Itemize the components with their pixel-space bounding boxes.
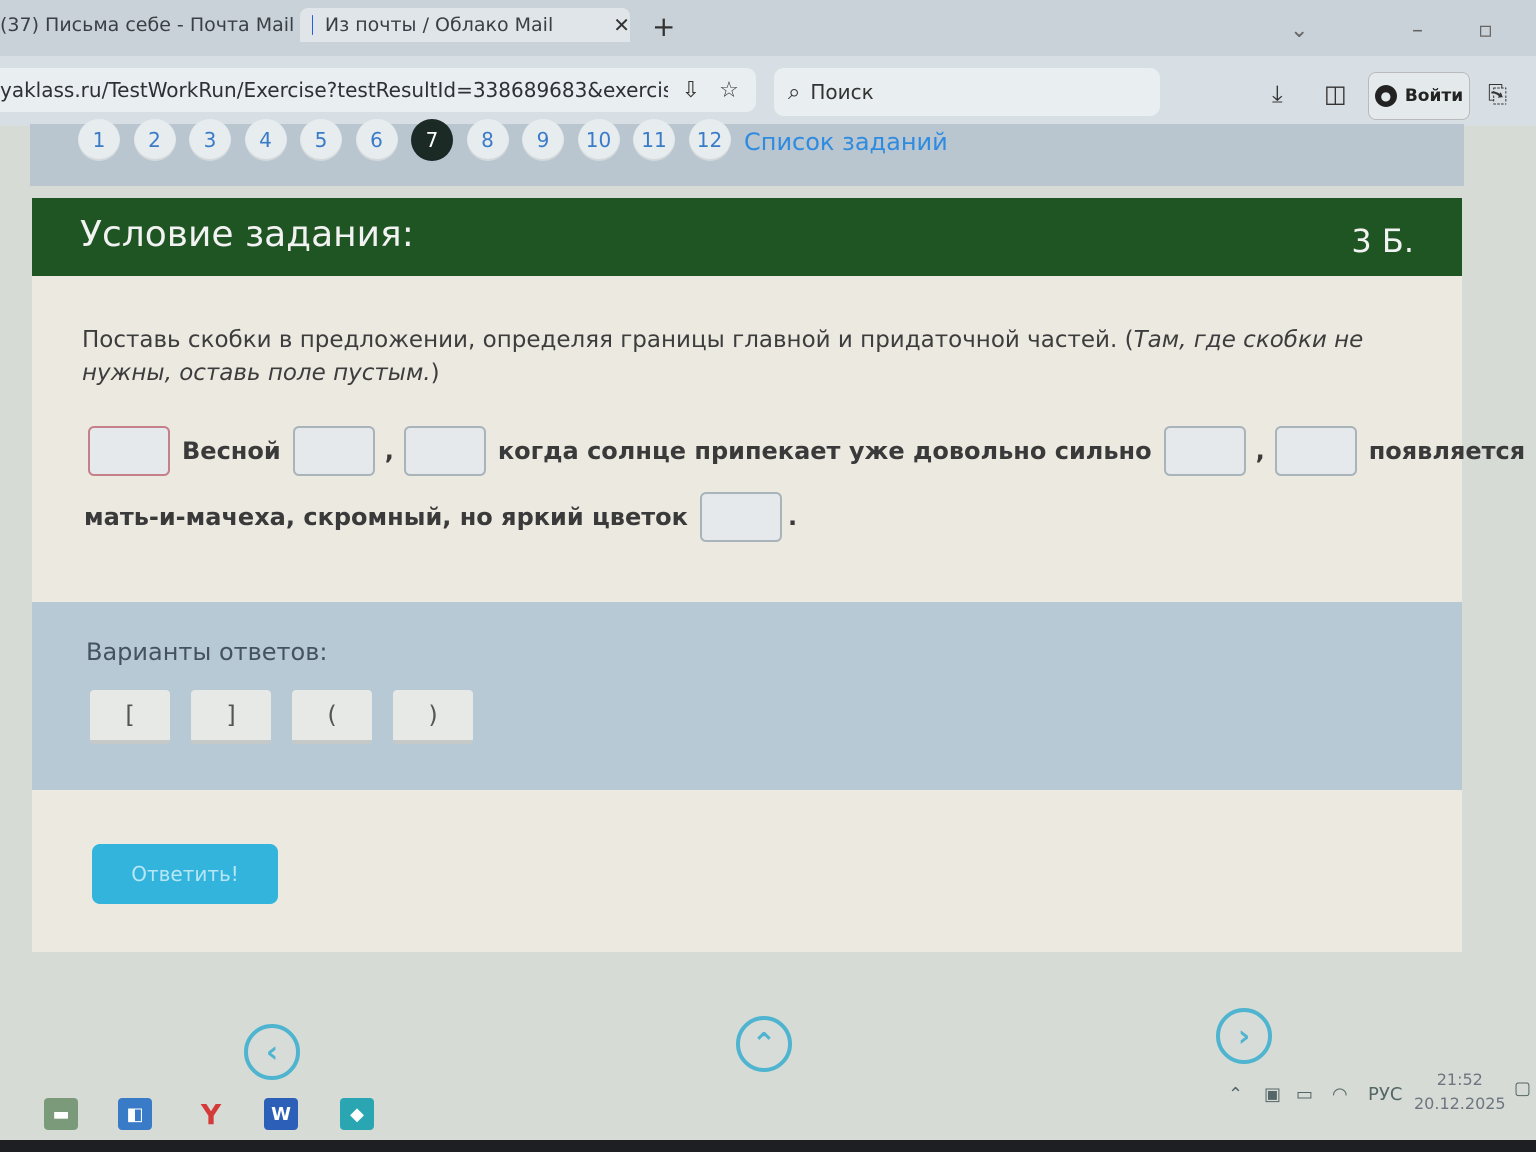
minimize-icon[interactable]: – (1412, 18, 1423, 43)
search-box[interactable]: ⌕ (774, 68, 1160, 116)
exercise-number-2[interactable]: 2 (133, 119, 176, 161)
cube-app-icon[interactable]: ◆ (340, 1098, 374, 1130)
exercise-number-3[interactable]: 3 (189, 119, 231, 161)
instruction-end: ) (430, 360, 440, 386)
drop-slot-1[interactable] (88, 426, 170, 476)
wifi-icon[interactable]: ◠ (1332, 1084, 1348, 1105)
login-button[interactable]: ● Войти (1368, 72, 1470, 120)
drop-slot-2[interactable] (292, 426, 375, 476)
drop-slot-4[interactable] (1163, 426, 1246, 476)
option-close-square-bracket[interactable]: ] (191, 690, 271, 744)
yandex-browser-icon[interactable]: Y (194, 1098, 228, 1131)
sentence-word: появляется (1368, 437, 1526, 465)
task-card: Условие задания: 3 Б. Поставь скобки в п… (32, 198, 1525, 952)
search-input[interactable] (810, 80, 1111, 104)
answer-tiles: [ ] ( ) (90, 690, 494, 744)
star-icon[interactable]: ☆ (714, 75, 744, 105)
exercise-number-4[interactable]: 4 (244, 119, 287, 161)
new-tab-button[interactable]: + (652, 10, 675, 43)
url-text[interactable]: yaklass.ru/TestWorkRun/Exercise?testResu… (0, 78, 668, 102)
answer-options-panel: Варианты ответов: [ ] ( ) (32, 602, 1462, 790)
drop-slot-5[interactable] (1274, 426, 1357, 476)
clock-date: 20.12.2025 (1414, 1094, 1506, 1113)
task-points: 3 Б. (1351, 222, 1414, 260)
device-icon[interactable]: ▣ (1264, 1084, 1281, 1105)
tab-cloud-title: Из почты / Облако Mail (324, 14, 554, 36)
system-clock[interactable]: 21:52 20.12.2025 (1414, 1068, 1506, 1116)
sentence-comma: , (1255, 437, 1265, 465)
exercise-number-7-current[interactable]: 7 (411, 119, 453, 161)
sentence-period: . (787, 503, 798, 531)
chevron-up-icon[interactable]: ⌃ (1228, 1084, 1243, 1105)
next-arrow-icon[interactable]: › (1216, 1008, 1272, 1064)
scroll-up-arrow-icon[interactable]: ⌃ (736, 1016, 792, 1072)
instruction-text: Поставь скобки в предложении, определяя … (82, 327, 1134, 353)
sentence-comma: , (384, 437, 394, 465)
tab-cloud[interactable]: Из почты / Облако Mail ✕ (300, 8, 630, 42)
exercise-number-8[interactable]: 8 (466, 119, 509, 161)
install-app-icon[interactable]: ⇩ (676, 75, 706, 105)
exercise-number-1[interactable]: 1 (78, 119, 120, 161)
submit-answer-button[interactable]: Ответить! (92, 844, 278, 904)
exercise-number-12[interactable]: 12 (688, 119, 731, 161)
sentence-word: Весной (182, 437, 281, 465)
word-app-icon[interactable]: W (264, 1098, 298, 1130)
exercise-number-list: 1 2 3 4 5 6 7 8 9 10 11 12 (78, 119, 744, 161)
extensions-icon[interactable]: ⎘ (1488, 80, 1507, 108)
close-icon[interactable]: ✕ (613, 13, 630, 37)
option-open-square-bracket[interactable]: [ (90, 690, 170, 744)
screen-bezel (0, 1140, 1536, 1152)
notifications-icon[interactable]: ▢ (1514, 1078, 1531, 1099)
task-header: Условие задания: 3 Б. (32, 198, 1462, 276)
sentence-line-1: Весной , когда солнце припекает уже дово… (88, 426, 1525, 476)
answers-label: Варианты ответов: (86, 638, 328, 666)
clock-time: 21:52 (1436, 1070, 1483, 1089)
sentence-line-2: мать-и-мачеха, скромный, но яркий цветок… (84, 492, 797, 542)
download-icon[interactable]: ⤓ (1272, 80, 1283, 108)
address-field[interactable]: yaklass.ru/TestWorkRun/Exercise?testResu… (0, 68, 756, 112)
task-title: Условие задания: (80, 214, 414, 255)
exercise-number-10[interactable]: 10 (577, 119, 620, 161)
exercise-number-11[interactable]: 11 (633, 119, 675, 161)
sentence-clause: когда солнце припекает уже довольно силь… (497, 437, 1152, 465)
exercise-number-5[interactable]: 5 (300, 119, 342, 161)
battery-icon[interactable]: ▭ (1296, 1084, 1313, 1105)
file-explorer-icon[interactable]: ▬ (44, 1098, 78, 1130)
language-indicator[interactable]: РУС (1368, 1084, 1402, 1105)
restore-icon[interactable]: ▫ (1478, 18, 1493, 43)
task-instruction: Поставь скобки в предложении, определяя … (82, 324, 1392, 390)
drop-slot-6[interactable] (699, 492, 782, 542)
exercise-number-6[interactable]: 6 (355, 119, 398, 161)
sentence-clause: мать-и-мачеха, скромный, но яркий цветок (84, 503, 688, 531)
login-label: Войти (1404, 86, 1464, 106)
option-open-paren[interactable]: ( (292, 690, 372, 744)
option-close-paren[interactable]: ) (393, 690, 473, 744)
drop-slot-3[interactable] (403, 426, 486, 476)
tab-mail-title: (37) Письма себе - Почта Mail (0, 14, 295, 36)
exercise-number-9[interactable]: 9 (522, 119, 564, 161)
tab-mail[interactable]: (37) Письма себе - Почта Mail ✕ (0, 8, 325, 42)
cloud-app-icon (312, 15, 313, 35)
task-list-link[interactable]: Список заданий (744, 128, 948, 156)
user-icon: ● (1374, 85, 1397, 107)
search-icon: ⌕ (788, 79, 801, 105)
chevron-down-icon[interactable]: ⌄ (1290, 18, 1308, 43)
control-panel-icon[interactable]: ◧ (118, 1098, 152, 1130)
reading-view-icon[interactable]: ◫ (1324, 80, 1347, 108)
